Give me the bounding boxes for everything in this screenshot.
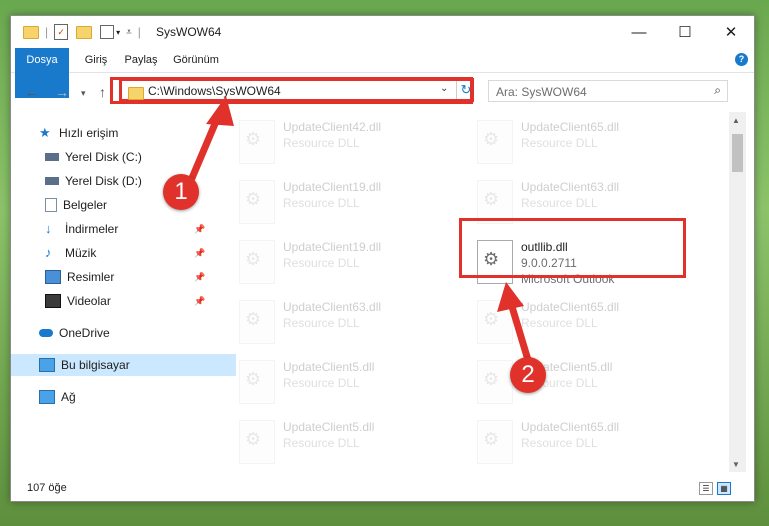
arrow-1-head bbox=[206, 96, 234, 126]
arrow-2-shaft bbox=[506, 296, 532, 364]
step-2-badge: 2 bbox=[510, 357, 546, 393]
annotation-arrows bbox=[188, 96, 532, 364]
arrow-2-head bbox=[497, 282, 524, 312]
step-1-badge: 1 bbox=[163, 174, 199, 210]
